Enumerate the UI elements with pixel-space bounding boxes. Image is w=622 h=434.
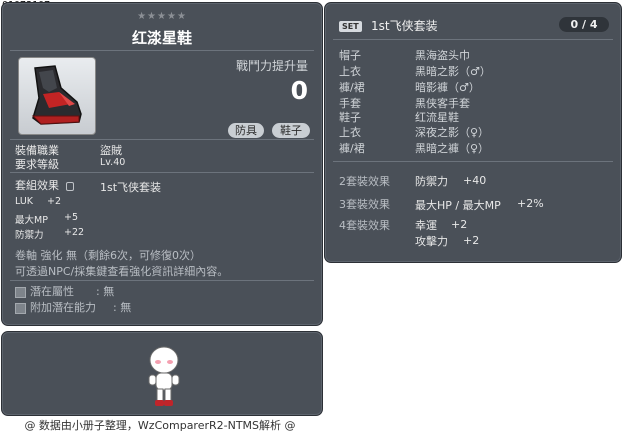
set-title: 1st飞侠套装: [371, 19, 438, 33]
set-effect-tier-label: 2套裝效果: [339, 175, 390, 188]
divider: [333, 39, 613, 40]
power-increase-value: 0: [290, 76, 308, 105]
stat-name: 防禦力: [15, 230, 44, 241]
set-piece-name: 深夜之影（♀）: [415, 126, 490, 139]
lock-icon: [65, 181, 74, 191]
set-effect-value: +2: [463, 234, 480, 247]
stat-name: 最大MP: [15, 215, 48, 226]
set-piece-name: 黑海盗头巾: [415, 49, 470, 62]
set-effect-tier-label: 4套裝效果: [339, 219, 390, 232]
power-increase-label: 戰鬥力提升量: [235, 59, 308, 73]
shoe-icon: [31, 65, 82, 125]
set-piece-name: 黑暗之褲（♀）: [415, 142, 490, 155]
divider: [10, 50, 314, 51]
character-preview-panel: [1, 331, 323, 416]
bonus-potential-row: 附加潛在能力: [15, 299, 96, 315]
potential-label: 潛在屬性: [30, 285, 74, 298]
set-effect-value: +2%: [517, 197, 544, 210]
set-piece-slot: 褲/裙: [339, 142, 365, 155]
set-piece-name: 暗影褲（♂）: [415, 81, 480, 94]
potential-value: : 無: [96, 285, 115, 298]
set-effect-stat: 攻擊力: [415, 235, 448, 248]
set-effect-stat: 最大HP / 最大MP: [415, 199, 501, 212]
set-effect-value: 1st飞侠套装: [100, 181, 162, 194]
stat-value: +22: [64, 227, 85, 238]
set-piece-slot: 褲/裙: [339, 81, 365, 94]
stat-value: +2: [47, 196, 62, 207]
npc-info: 可透過NPC/採集鍵查看強化資訊詳細內容。: [15, 265, 229, 278]
divider: [10, 172, 314, 173]
potential-icon: [15, 286, 26, 298]
set-piece-slot: 上衣: [339, 126, 361, 139]
set-effect-stat: 幸運: [415, 219, 437, 232]
set-piece-name: 红流星鞋: [415, 111, 459, 124]
set-effect-stat: 防禦力: [415, 175, 448, 188]
level-value: Lv.40: [100, 157, 126, 168]
level-label: 要求等級: [15, 158, 59, 171]
set-piece-slot: 鞋子: [339, 111, 361, 124]
stat-value: +5: [64, 212, 79, 223]
set-piece-slot: 帽子: [339, 49, 361, 62]
scroll-info: 卷軸 強化 無（剩餘6次，可修復0次）: [15, 249, 201, 262]
bonus-potential-icon: [15, 302, 26, 314]
item-tooltip-panel: ★★★★★ 红渁星鞋 戰鬥力提升量 0 防具 鞋子 裝備職業 盜賊 要求等級 L…: [1, 2, 323, 326]
item-icon-frame: [18, 57, 96, 135]
category-tag-armor: 防具: [228, 123, 264, 138]
set-effect-value: +2: [451, 218, 468, 231]
set-piece-name: 黑暗之影（♂）: [415, 65, 491, 78]
category-tag-shoes: 鞋子: [272, 123, 310, 138]
set-count: 0 / 4: [559, 17, 609, 32]
divider: [333, 161, 613, 162]
bonus-potential-label: 附加潛在能力: [30, 301, 96, 314]
potential-row: 潛在屬性: [15, 283, 74, 299]
stat-name: LUK: [15, 196, 34, 207]
divider: [10, 280, 314, 281]
set-badge: SET: [339, 21, 362, 32]
divider: [10, 139, 314, 140]
job-value: 盜賊: [100, 144, 122, 157]
set-effect-row: 套組效果: [15, 177, 74, 193]
character-avatar-icon: [148, 346, 180, 406]
set-effect-value: +40: [463, 174, 487, 187]
stat-row: LUK: [15, 196, 33, 207]
bonus-potential-value: : 無: [113, 301, 132, 314]
set-effect-label: 套組效果: [15, 179, 59, 192]
set-piece-slot: 上衣: [339, 65, 361, 78]
set-tooltip-panel: SET 1st飞侠套装 0 / 4 帽子 黑海盗头巾 上衣 黑暗之影（♂） 褲/…: [324, 2, 622, 263]
star-rating: ★★★★★: [137, 11, 187, 22]
set-effect-tier-label: 3套裝效果: [339, 198, 390, 211]
item-name: 红渁星鞋: [131, 29, 192, 47]
data-source-footer: @ 数据由小册子整理，WzComparerR2-NTMS解析 @: [24, 419, 296, 432]
